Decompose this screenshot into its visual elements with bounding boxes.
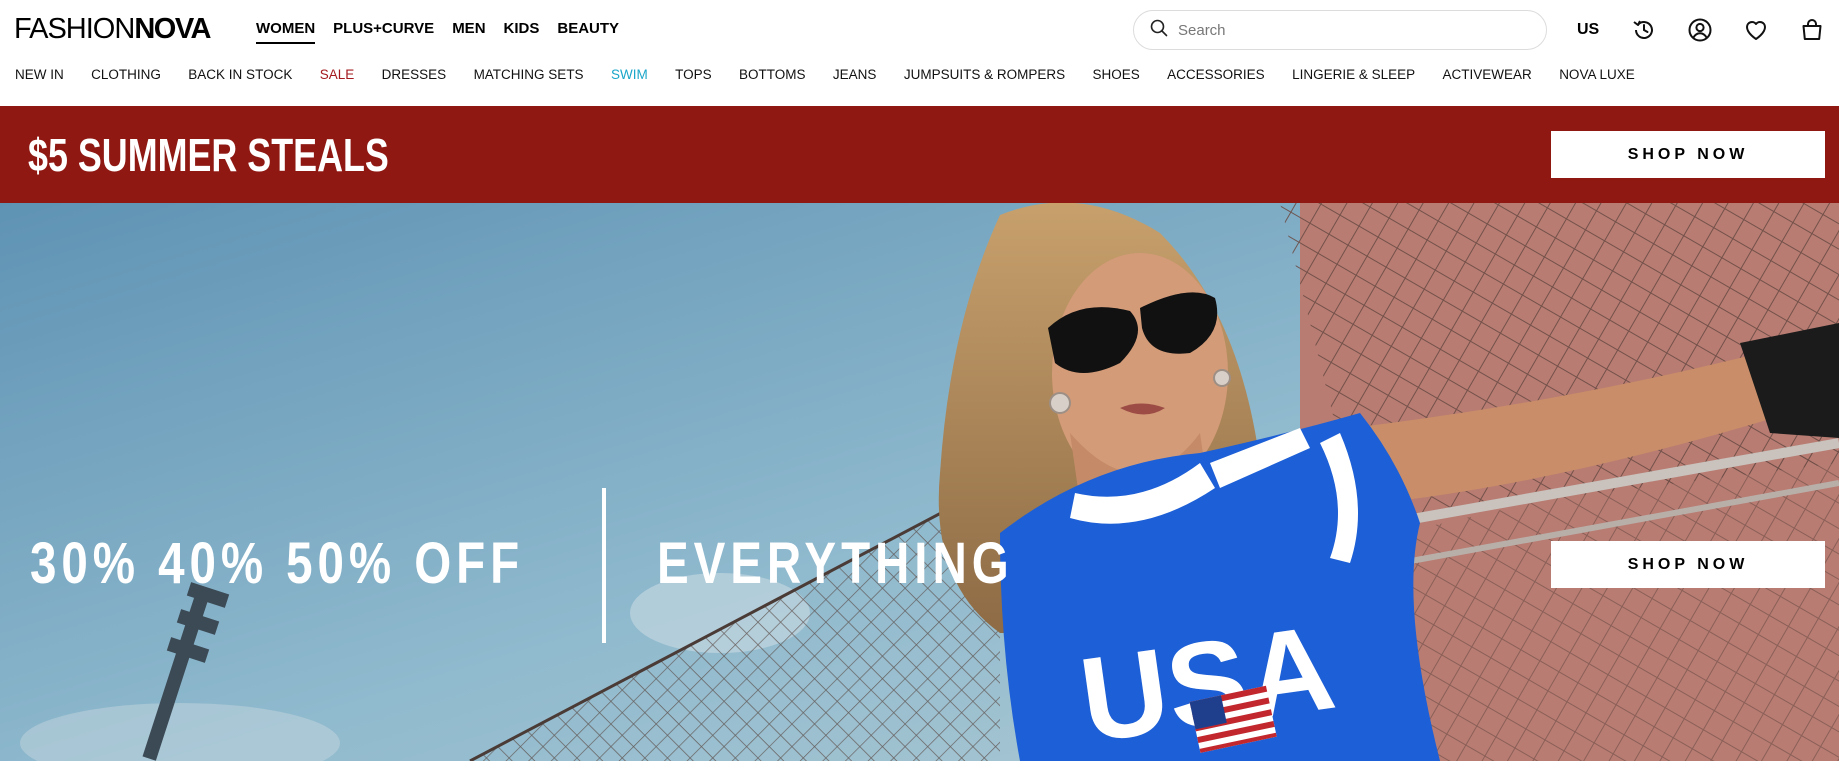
search-bar[interactable] [1133, 10, 1547, 50]
cat-lingerie-sleep[interactable]: LINGERIE & SLEEP [1292, 67, 1415, 82]
promo-title: $5 SUMMER STEALS [28, 129, 389, 181]
summer-steals-banner[interactable]: $5 SUMMER STEALS SHOP NOW [0, 106, 1839, 203]
dept-tab-men[interactable]: MEN [452, 20, 485, 44]
account-icon[interactable] [1686, 16, 1714, 44]
search-icon [1150, 19, 1168, 42]
hero-headline-discount: 30% 40% 50% OFF [30, 531, 525, 596]
history-icon[interactable] [1630, 16, 1658, 44]
cat-back-in-stock[interactable]: BACK IN STOCK [188, 67, 292, 82]
cat-shoes[interactable]: SHOES [1093, 67, 1140, 82]
hero-banner[interactable]: USA 30% 40% 50% OFF EVERYTHING SHOP NOW [0, 203, 1839, 761]
department-nav: WOMEN PLUS+CURVE MEN KIDS BEAUTY [256, 20, 619, 44]
search-input[interactable] [1178, 21, 1518, 39]
cat-sale[interactable]: SALE [320, 67, 355, 82]
hero-headline-everything: EVERYTHING [657, 531, 1014, 596]
promo-shop-now-button[interactable]: SHOP NOW [1551, 131, 1825, 178]
cat-jumpsuits-rompers[interactable]: JUMPSUITS & ROMPERS [904, 67, 1065, 82]
cat-new-in[interactable]: NEW IN [15, 67, 64, 82]
dept-tab-kids[interactable]: KIDS [504, 20, 540, 44]
category-nav: NEW IN CLOTHING BACK IN STOCK SALE DRESS… [15, 67, 1662, 82]
hero-photo: USA [0, 203, 1839, 761]
cat-nova-luxe[interactable]: NOVA LUXE [1559, 67, 1635, 82]
cat-accessories[interactable]: ACCESSORIES [1167, 67, 1265, 82]
wishlist-heart-icon[interactable] [1742, 16, 1770, 44]
dept-tab-plus-curve[interactable]: PLUS+CURVE [333, 20, 434, 44]
cat-clothing[interactable]: CLOTHING [91, 67, 161, 82]
site-header: FASHION NOVA WOMEN PLUS+CURVE MEN KIDS BE… [0, 0, 1839, 106]
cat-dresses[interactable]: DRESSES [382, 67, 447, 82]
hero-divider [602, 488, 606, 643]
cat-tops[interactable]: TOPS [675, 67, 712, 82]
cat-bottoms[interactable]: BOTTOMS [739, 67, 806, 82]
shopping-bag-icon[interactable] [1798, 16, 1826, 44]
cat-swim[interactable]: SWIM [611, 67, 648, 82]
cat-activewear[interactable]: ACTIVEWEAR [1443, 67, 1532, 82]
logo-text-light: FASHION [14, 13, 135, 45]
dept-tab-women[interactable]: WOMEN [256, 20, 316, 44]
cat-matching-sets[interactable]: MATCHING SETS [474, 67, 584, 82]
dept-tab-beauty[interactable]: BEAUTY [557, 20, 619, 44]
cat-jeans[interactable]: JEANS [833, 67, 877, 82]
fashion-nova-logo[interactable]: FASHION NOVA [14, 13, 211, 45]
region-selector[interactable]: US [1577, 21, 1599, 39]
hero-shop-now-button[interactable]: SHOP NOW [1551, 541, 1825, 588]
logo-text-bold: NOVA [134, 13, 211, 45]
